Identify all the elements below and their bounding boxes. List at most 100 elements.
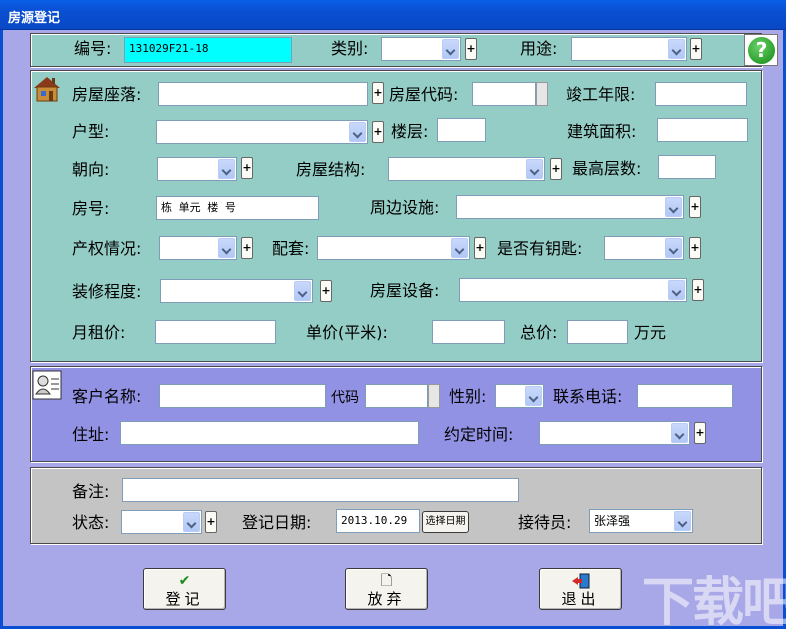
facilities-add-button[interactable]: +	[689, 196, 701, 218]
appointment-label: 约定时间:	[444, 425, 514, 444]
chevron-down-icon[interactable]	[294, 281, 311, 301]
supporting-label: 配套:	[272, 239, 310, 258]
location-label: 房屋座落:	[72, 85, 142, 104]
equipment-select[interactable]	[459, 278, 687, 302]
usage-select[interactable]	[571, 37, 687, 61]
ownership-add-button[interactable]: +	[241, 237, 253, 259]
location-input[interactable]	[158, 82, 368, 106]
client-code-input[interactable]	[365, 384, 428, 408]
unit-price-input[interactable]	[432, 320, 505, 344]
question-mark-icon: ?	[748, 37, 775, 64]
remarks-input[interactable]	[122, 478, 519, 502]
chevron-down-icon[interactable]	[451, 238, 468, 258]
watermark-logo: 下载吧	[642, 573, 786, 629]
layout-select[interactable]	[156, 120, 368, 144]
register-button-label: 登记	[165, 590, 204, 608]
structure-add-button[interactable]: +	[550, 158, 562, 180]
chevron-down-icon[interactable]	[665, 197, 682, 217]
structure-label: 房屋结构:	[296, 160, 366, 179]
category-add-button[interactable]: +	[465, 38, 477, 60]
max-floors-input[interactable]	[658, 155, 716, 179]
room-no-label: 房号:	[72, 199, 110, 218]
category-select[interactable]	[381, 37, 461, 61]
equipment-add-button[interactable]: +	[692, 279, 704, 301]
receptionist-select-value: 张泽强	[594, 514, 631, 528]
client-name-input[interactable]	[159, 384, 326, 408]
room-no-input[interactable]: 栋 单元 楼 号	[156, 196, 319, 220]
floor-label: 楼层:	[391, 122, 429, 141]
register-button[interactable]: ✔ 登记	[143, 568, 226, 610]
reg-date-input[interactable]: 2013.10.29	[336, 509, 420, 533]
decoration-select[interactable]	[160, 279, 313, 303]
chevron-down-icon[interactable]	[349, 122, 366, 142]
chevron-down-icon[interactable]	[218, 159, 235, 179]
structure-select[interactable]	[388, 157, 545, 181]
ownership-label: 产权情况:	[72, 239, 142, 258]
location-add-button[interactable]: +	[372, 82, 384, 104]
area-input[interactable]	[657, 118, 748, 142]
layout-add-button[interactable]: +	[372, 121, 384, 143]
chevron-down-icon[interactable]	[674, 511, 691, 531]
address-input[interactable]	[120, 421, 419, 445]
status-label: 状态:	[72, 513, 110, 532]
orientation-select[interactable]	[157, 157, 237, 181]
receptionist-select[interactable]: 张泽强	[589, 509, 693, 533]
orientation-add-button[interactable]: +	[241, 157, 253, 179]
facilities-label: 周边设施:	[370, 198, 440, 217]
house-code-input[interactable]	[472, 82, 536, 106]
key-add-button[interactable]: +	[689, 237, 701, 259]
blank-document-icon: 🗋	[380, 573, 393, 589]
appointment-add-button[interactable]: +	[694, 422, 706, 444]
exit-button[interactable]: 退出	[539, 568, 622, 610]
chevron-down-icon[interactable]	[218, 238, 235, 258]
house-icon	[32, 74, 62, 104]
total-unit-label: 万元	[634, 323, 667, 342]
status-add-button[interactable]: +	[205, 511, 217, 533]
total-input[interactable]	[567, 320, 628, 344]
key-label: 是否有钥匙:	[497, 239, 583, 258]
ownership-select[interactable]	[159, 236, 237, 260]
exit-button-label: 退出	[561, 590, 600, 608]
chevron-down-icon[interactable]	[526, 159, 543, 179]
completion-input[interactable]	[655, 82, 747, 106]
number-field[interactable]: 131029F21-18	[124, 37, 292, 63]
total-label: 总价:	[520, 323, 558, 342]
supporting-add-button[interactable]: +	[474, 237, 486, 259]
floor-input[interactable]	[437, 118, 486, 142]
chevron-down-icon[interactable]	[183, 512, 200, 532]
client-code-spinner[interactable]	[428, 384, 440, 408]
status-select[interactable]	[121, 510, 202, 534]
usage-add-button[interactable]: +	[690, 38, 702, 60]
discard-button[interactable]: 🗋 放弃	[345, 568, 428, 610]
chevron-down-icon[interactable]	[671, 423, 688, 443]
category-label: 类别:	[331, 39, 369, 58]
unit-price-label: 单价(平米):	[306, 323, 388, 342]
appointment-select[interactable]	[539, 421, 690, 445]
decoration-add-button[interactable]: +	[320, 280, 332, 302]
chevron-down-icon[interactable]	[525, 386, 542, 406]
phone-label: 联系电话:	[553, 387, 623, 406]
number-label: 编号:	[74, 39, 112, 58]
address-label: 住址:	[72, 425, 110, 444]
facilities-select[interactable]	[456, 195, 684, 219]
pick-date-button[interactable]: 选择日期	[422, 511, 469, 533]
house-code-spinner[interactable]	[536, 82, 548, 106]
completion-label: 竣工年限:	[566, 85, 636, 104]
help-button[interactable]: ?	[744, 34, 778, 66]
phone-input[interactable]	[637, 384, 733, 408]
chevron-down-icon[interactable]	[668, 39, 685, 59]
rent-input[interactable]	[155, 320, 276, 344]
orientation-label: 朝向:	[72, 160, 110, 179]
decoration-label: 装修程度:	[72, 282, 142, 301]
title-bar[interactable]: 房源登记	[0, 0, 786, 30]
gender-select[interactable]	[495, 384, 544, 408]
supporting-select[interactable]	[317, 236, 470, 260]
usage-label: 用途:	[520, 39, 558, 58]
key-select[interactable]	[604, 236, 684, 260]
client-card-icon	[32, 370, 62, 400]
chevron-down-icon[interactable]	[442, 39, 459, 59]
chevron-down-icon[interactable]	[668, 280, 685, 300]
chevron-down-icon[interactable]	[665, 238, 682, 258]
house-code-label: 房屋代码:	[389, 85, 459, 104]
window-title: 房源登记	[8, 11, 61, 26]
